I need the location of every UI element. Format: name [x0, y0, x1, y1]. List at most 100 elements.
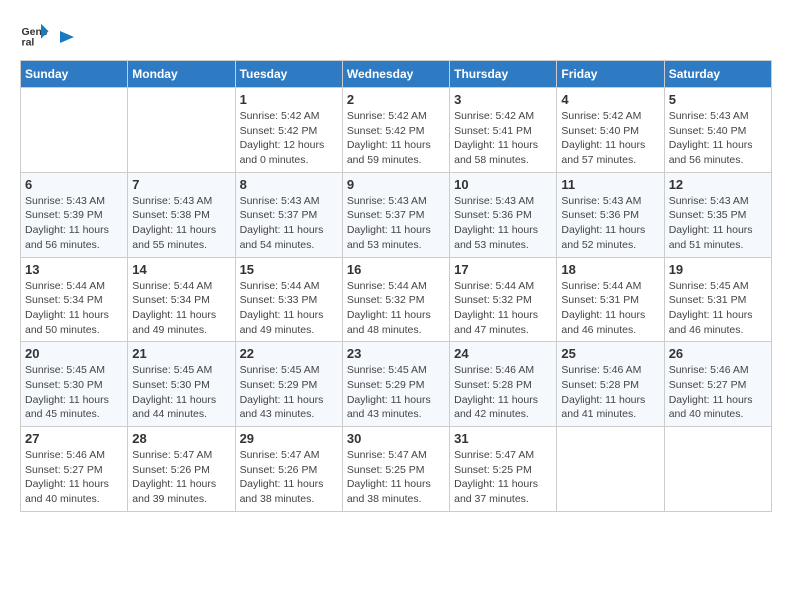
day-number: 4 [561, 92, 659, 107]
week-row-3: 13 Sunrise: 5:44 AM Sunset: 5:34 PM Dayli… [21, 257, 772, 342]
day-number: 28 [132, 431, 230, 446]
day-cell: 5Sunrise: 5:43 AM Sunset: 5:40 PM Daylig… [664, 88, 771, 173]
day-number: 7 [132, 177, 230, 192]
logo-icon: Gene ral [20, 20, 50, 50]
day-number: 23 [347, 346, 445, 361]
day-detail: Sunrise: 5:42 AM Sunset: 5:41 PM Dayligh… [454, 109, 552, 168]
day-number: 10 [454, 177, 552, 192]
day-number: 3 [454, 92, 552, 107]
column-header-saturday: Saturday [664, 61, 771, 88]
day-cell: 24Sunrise: 5:46 AM Sunset: 5:28 PM Dayli… [450, 342, 557, 427]
day-detail: Sunrise: 5:46 AM Sunset: 5:28 PM Dayligh… [561, 363, 659, 422]
day-cell: 21 Sunrise: 5:45 AM Sunset: 5:30 PM Dayli… [128, 342, 235, 427]
day-detail: Sunrise: 5:47 AM Sunset: 5:26 PM Dayligh… [132, 448, 230, 507]
header-row: SundayMondayTuesdayWednesdayThursdayFrid… [21, 61, 772, 88]
column-header-friday: Friday [557, 61, 664, 88]
day-detail: Sunrise: 5:45 AM Sunset: 5:30 PM Dayligh… [132, 363, 230, 422]
day-number: 2 [347, 92, 445, 107]
calendar-table: SundayMondayTuesdayWednesdayThursdayFrid… [20, 60, 772, 512]
day-detail: Sunrise: 5:43 AM Sunset: 5:39 PM Dayligh… [25, 194, 123, 253]
day-cell: 18 Sunrise: 5:44 AM Sunset: 5:31 PM Dayli… [557, 257, 664, 342]
day-cell [21, 88, 128, 173]
day-cell: 14Sunrise: 5:44 AM Sunset: 5:34 PM Dayli… [128, 257, 235, 342]
day-cell: 3 Sunrise: 5:42 AM Sunset: 5:41 PM Daylig… [450, 88, 557, 173]
day-cell: 2 Sunrise: 5:42 AM Sunset: 5:42 PM Daylig… [342, 88, 449, 173]
day-number: 30 [347, 431, 445, 446]
day-detail: Sunrise: 5:47 AM Sunset: 5:26 PM Dayligh… [240, 448, 338, 507]
day-number: 14 [132, 262, 230, 277]
day-detail: Sunrise: 5:47 AM Sunset: 5:25 PM Dayligh… [454, 448, 552, 507]
column-header-sunday: Sunday [21, 61, 128, 88]
day-detail: Sunrise: 5:45 AM Sunset: 5:29 PM Dayligh… [240, 363, 338, 422]
day-cell [664, 427, 771, 512]
day-cell: 7 Sunrise: 5:43 AM Sunset: 5:38 PM Daylig… [128, 172, 235, 257]
day-number: 25 [561, 346, 659, 361]
day-cell: 30 Sunrise: 5:47 AM Sunset: 5:25 PM Dayli… [342, 427, 449, 512]
day-cell: 31 Sunrise: 5:47 AM Sunset: 5:25 PM Dayli… [450, 427, 557, 512]
week-row-1: 1 Sunrise: 5:42 AM Sunset: 5:42 PM Daylig… [21, 88, 772, 173]
day-cell: 17 Sunrise: 5:44 AM Sunset: 5:32 PM Dayli… [450, 257, 557, 342]
day-cell [128, 88, 235, 173]
day-cell: 20Sunrise: 5:45 AM Sunset: 5:30 PM Dayli… [21, 342, 128, 427]
column-header-tuesday: Tuesday [235, 61, 342, 88]
calendar-header: SundayMondayTuesdayWednesdayThursdayFrid… [21, 61, 772, 88]
day-cell: 15Sunrise: 5:44 AM Sunset: 5:33 PM Dayli… [235, 257, 342, 342]
day-detail: Sunrise: 5:44 AM Sunset: 5:34 PM Dayligh… [25, 279, 123, 338]
day-number: 21 [132, 346, 230, 361]
day-number: 17 [454, 262, 552, 277]
column-header-wednesday: Wednesday [342, 61, 449, 88]
day-number: 13 [25, 262, 123, 277]
day-cell: 10 Sunrise: 5:43 AM Sunset: 5:36 PM Dayli… [450, 172, 557, 257]
day-number: 26 [669, 346, 767, 361]
day-detail: Sunrise: 5:44 AM Sunset: 5:32 PM Dayligh… [454, 279, 552, 338]
day-cell: 29 Sunrise: 5:47 AM Sunset: 5:26 PM Dayli… [235, 427, 342, 512]
day-cell: 25 Sunrise: 5:46 AM Sunset: 5:28 PM Dayli… [557, 342, 664, 427]
day-detail: Sunrise: 5:44 AM Sunset: 5:31 PM Dayligh… [561, 279, 659, 338]
day-detail: Sunrise: 5:44 AM Sunset: 5:32 PM Dayligh… [347, 279, 445, 338]
day-detail: Sunrise: 5:43 AM Sunset: 5:35 PM Dayligh… [669, 194, 767, 253]
day-detail: Sunrise: 5:46 AM Sunset: 5:27 PM Dayligh… [25, 448, 123, 507]
day-number: 20 [25, 346, 123, 361]
day-number: 1 [240, 92, 338, 107]
day-detail: Sunrise: 5:46 AM Sunset: 5:27 PM Dayligh… [669, 363, 767, 422]
day-cell: 8Sunrise: 5:43 AM Sunset: 5:37 PM Daylig… [235, 172, 342, 257]
week-row-5: 27 Sunrise: 5:46 AM Sunset: 5:27 PM Dayli… [21, 427, 772, 512]
day-cell: 19Sunrise: 5:45 AM Sunset: 5:31 PM Dayli… [664, 257, 771, 342]
day-number: 6 [25, 177, 123, 192]
day-cell: 27 Sunrise: 5:46 AM Sunset: 5:27 PM Dayli… [21, 427, 128, 512]
day-detail: Sunrise: 5:45 AM Sunset: 5:29 PM Dayligh… [347, 363, 445, 422]
day-cell: 23 Sunrise: 5:45 AM Sunset: 5:29 PM Dayli… [342, 342, 449, 427]
day-cell: 4 Sunrise: 5:42 AM Sunset: 5:40 PM Daylig… [557, 88, 664, 173]
day-number: 27 [25, 431, 123, 446]
day-cell: 12Sunrise: 5:43 AM Sunset: 5:35 PM Dayli… [664, 172, 771, 257]
day-cell: 16Sunrise: 5:44 AM Sunset: 5:32 PM Dayli… [342, 257, 449, 342]
day-number: 29 [240, 431, 338, 446]
day-detail: Sunrise: 5:42 AM Sunset: 5:42 PM Dayligh… [347, 109, 445, 168]
day-detail: Sunrise: 5:42 AM Sunset: 5:40 PM Dayligh… [561, 109, 659, 168]
logo-arrow-icon [56, 27, 76, 47]
column-header-monday: Monday [128, 61, 235, 88]
day-cell: 11Sunrise: 5:43 AM Sunset: 5:36 PM Dayli… [557, 172, 664, 257]
column-header-thursday: Thursday [450, 61, 557, 88]
day-number: 18 [561, 262, 659, 277]
day-cell: 28 Sunrise: 5:47 AM Sunset: 5:26 PM Dayli… [128, 427, 235, 512]
day-detail: Sunrise: 5:43 AM Sunset: 5:36 PM Dayligh… [454, 194, 552, 253]
day-detail: Sunrise: 5:43 AM Sunset: 5:38 PM Dayligh… [132, 194, 230, 253]
day-number: 24 [454, 346, 552, 361]
day-detail: Sunrise: 5:43 AM Sunset: 5:36 PM Dayligh… [561, 194, 659, 253]
day-number: 31 [454, 431, 552, 446]
day-detail: Sunrise: 5:43 AM Sunset: 5:40 PM Dayligh… [669, 109, 767, 168]
page-header: Gene ral [20, 20, 772, 50]
day-detail: Sunrise: 5:47 AM Sunset: 5:25 PM Dayligh… [347, 448, 445, 507]
calendar-body: 1 Sunrise: 5:42 AM Sunset: 5:42 PM Daylig… [21, 88, 772, 512]
week-row-2: 6 Sunrise: 5:43 AM Sunset: 5:39 PM Daylig… [21, 172, 772, 257]
day-cell: 1Sunrise: 5:42 AM Sunset: 5:42 PM Daylig… [235, 88, 342, 173]
day-cell: 22 Sunrise: 5:45 AM Sunset: 5:29 PM Dayli… [235, 342, 342, 427]
day-number: 19 [669, 262, 767, 277]
day-number: 8 [240, 177, 338, 192]
logo: Gene ral [20, 20, 76, 50]
day-cell [557, 427, 664, 512]
day-number: 9 [347, 177, 445, 192]
day-number: 22 [240, 346, 338, 361]
day-detail: Sunrise: 5:43 AM Sunset: 5:37 PM Dayligh… [347, 194, 445, 253]
